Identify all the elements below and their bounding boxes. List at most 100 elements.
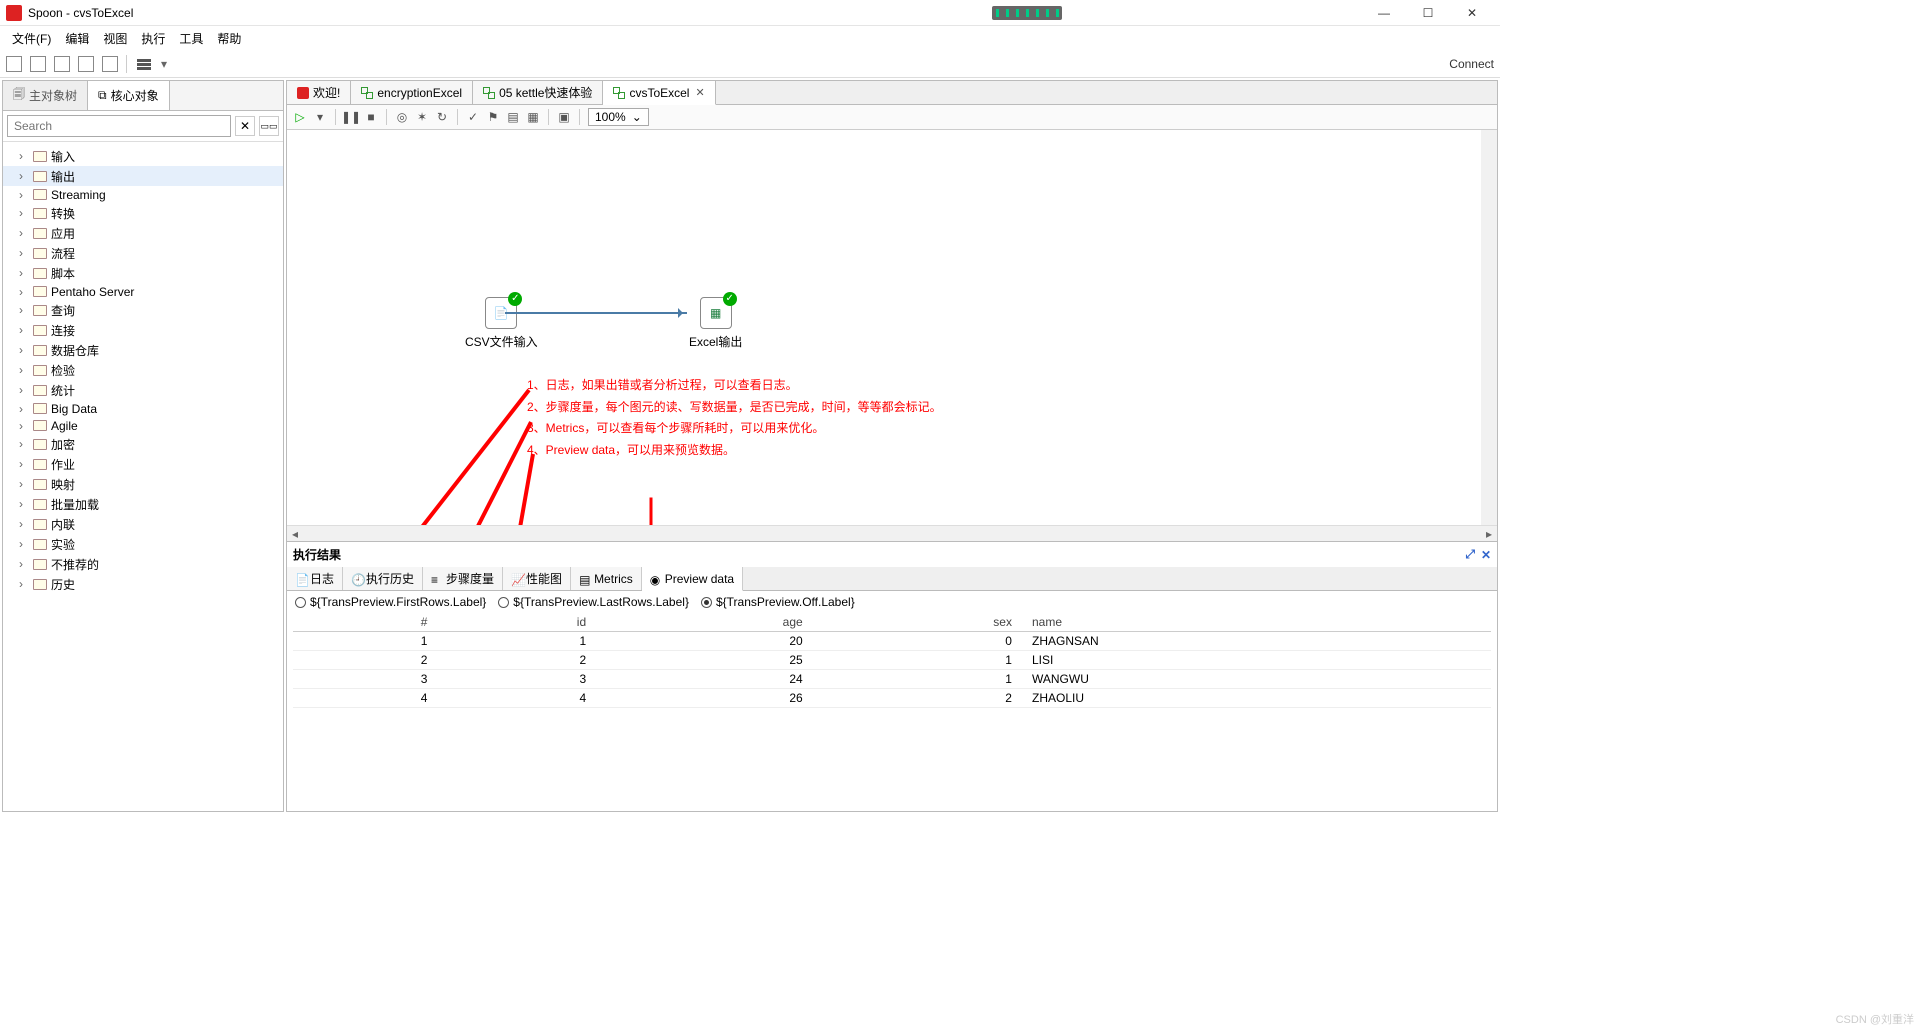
close-button[interactable]: ✕: [1450, 0, 1494, 26]
tree-item[interactable]: ›Big Data: [3, 400, 283, 417]
expand-all-icon[interactable]: ▭▭: [259, 116, 279, 136]
tree-item[interactable]: ›内联: [3, 514, 283, 534]
results-tab[interactable]: 📈性能图: [503, 567, 571, 590]
results-tab[interactable]: ≡步骤度量: [423, 567, 503, 590]
new-icon[interactable]: [6, 56, 22, 72]
impact-icon[interactable]: ⚑: [486, 110, 500, 124]
tree-item[interactable]: ›应用: [3, 223, 283, 243]
minimize-button[interactable]: —: [1362, 0, 1406, 26]
tree-item[interactable]: ›流程: [3, 243, 283, 263]
close-tab-icon[interactable]: ✕: [695, 86, 704, 99]
vertical-scrollbar[interactable]: [1481, 130, 1497, 525]
tree-item[interactable]: ›连接: [3, 320, 283, 340]
results-tab[interactable]: 📄日志: [287, 567, 343, 590]
radio-firstrows[interactable]: [295, 597, 306, 608]
folder-icon: [33, 325, 47, 336]
object-tree[interactable]: ›输入›输出›Streaming›转换›应用›流程›脚本›Pentaho Ser…: [3, 142, 283, 811]
tree-item[interactable]: ›映射: [3, 474, 283, 494]
tree-item[interactable]: ›不推荐的: [3, 554, 283, 574]
perspective-icon[interactable]: [135, 57, 153, 71]
hop-arrow[interactable]: [505, 312, 687, 314]
step-csv-input[interactable]: 📄✓ CSV文件输入: [465, 297, 538, 350]
horizontal-scrollbar[interactable]: ◂ ▸: [287, 525, 1497, 541]
zoom-selector[interactable]: 100%⌄: [588, 108, 649, 126]
menu-file[interactable]: 文件(F): [6, 28, 57, 49]
document-tab[interactable]: cvsToExcel✕: [603, 81, 715, 105]
column-header[interactable]: id: [437, 613, 596, 632]
column-header[interactable]: sex: [813, 613, 1022, 632]
tree-item[interactable]: ›实验: [3, 534, 283, 554]
table-row[interactable]: 44262ZHAOLIU: [293, 689, 1491, 708]
maximize-button[interactable]: ☐: [1406, 0, 1450, 26]
tree-item[interactable]: ›Pentaho Server: [3, 283, 283, 300]
document-tab[interactable]: 欢迎!: [287, 81, 351, 104]
search-input[interactable]: [7, 115, 231, 137]
column-header[interactable]: name: [1022, 613, 1491, 632]
table-row[interactable]: 11200ZHAGNSAN: [293, 632, 1491, 651]
folder-icon: [33, 403, 47, 414]
table-row[interactable]: 33241WANGWU: [293, 670, 1491, 689]
saveas-icon[interactable]: [102, 56, 118, 72]
run-icon[interactable]: ▷: [293, 110, 307, 124]
replay-icon[interactable]: ↻: [435, 110, 449, 124]
radio-off[interactable]: [701, 597, 712, 608]
tab-main-tree[interactable]: 🗐主对象树: [3, 81, 88, 110]
folder-icon: [33, 286, 47, 297]
menu-view[interactable]: 视图: [97, 28, 133, 49]
show-results-icon[interactable]: ▣: [557, 110, 571, 124]
tree-item[interactable]: ›检验: [3, 360, 283, 380]
menu-help[interactable]: 帮助: [211, 28, 247, 49]
debug-icon[interactable]: ✶: [415, 110, 429, 124]
close-panel-icon[interactable]: ✕: [1481, 548, 1491, 562]
tree-label: 统计: [51, 382, 75, 399]
tree-item[interactable]: ›输入: [3, 146, 283, 166]
connect-link[interactable]: Connect: [1449, 57, 1494, 71]
radio-lastrows[interactable]: [498, 597, 509, 608]
tree-item[interactable]: ›批量加载: [3, 494, 283, 514]
tab-type-icon: [361, 87, 373, 99]
pause-icon[interactable]: ❚❚: [344, 110, 358, 124]
tree-item[interactable]: ›脚本: [3, 263, 283, 283]
canvas[interactable]: 📄✓ CSV文件输入 ▦✓ Excel输出 1、日志，如果出错或者分析过程，可以…: [287, 130, 1497, 525]
menu-tools[interactable]: 工具: [173, 28, 209, 49]
menu-run[interactable]: 执行: [135, 28, 171, 49]
tree-item[interactable]: ›统计: [3, 380, 283, 400]
tree-item[interactable]: ›加密: [3, 434, 283, 454]
tree-item[interactable]: ›转换: [3, 203, 283, 223]
document-tab[interactable]: 05 kettle快速体验: [473, 81, 603, 104]
table-row[interactable]: 22251LISI: [293, 651, 1491, 670]
save-icon[interactable]: [78, 56, 94, 72]
tree-item[interactable]: ›输出: [3, 166, 283, 186]
tree-item[interactable]: ›历史: [3, 574, 283, 594]
maximize-panel-icon[interactable]: ⤢: [1465, 547, 1475, 562]
stop-icon[interactable]: ■: [364, 110, 378, 124]
verify-icon[interactable]: ✓: [466, 110, 480, 124]
tree-item[interactable]: ›Agile: [3, 417, 283, 434]
preview-icon[interactable]: ◎: [395, 110, 409, 124]
tab-core-objects[interactable]: ⧉核心对象: [88, 81, 170, 110]
results-tab[interactable]: ◉Preview data: [642, 567, 743, 591]
open-icon[interactable]: [30, 56, 46, 72]
explore-db-icon[interactable]: ▦: [526, 110, 540, 124]
tree-item[interactable]: ›数据仓库: [3, 340, 283, 360]
clear-search-icon[interactable]: ✕: [235, 116, 255, 136]
tree-item[interactable]: ›作业: [3, 454, 283, 474]
explore-icon[interactable]: [54, 56, 70, 72]
tree-item[interactable]: ›查询: [3, 300, 283, 320]
window-title: Spoon - cvsToExcel: [28, 6, 992, 20]
scroll-right-icon[interactable]: ▸: [1481, 526, 1497, 542]
results-tab[interactable]: 🕘执行历史: [343, 567, 423, 590]
sql-icon[interactable]: ▤: [506, 110, 520, 124]
results-tab[interactable]: ▤Metrics: [571, 567, 642, 590]
step-excel-output[interactable]: ▦✓ Excel输出: [689, 297, 742, 350]
scroll-left-icon[interactable]: ◂: [287, 526, 303, 542]
excel-icon: ▦: [710, 306, 721, 320]
run-options-icon[interactable]: ▾: [313, 110, 327, 124]
results-tabs: 📄日志🕘执行历史≡步骤度量📈性能图▤Metrics◉Preview data: [287, 567, 1497, 591]
column-header[interactable]: #: [293, 613, 437, 632]
document-tab[interactable]: encryptionExcel: [351, 81, 473, 104]
menu-edit[interactable]: 编辑: [59, 28, 95, 49]
column-header[interactable]: age: [596, 613, 813, 632]
tree-label: 实验: [51, 536, 75, 553]
tree-item[interactable]: ›Streaming: [3, 186, 283, 203]
